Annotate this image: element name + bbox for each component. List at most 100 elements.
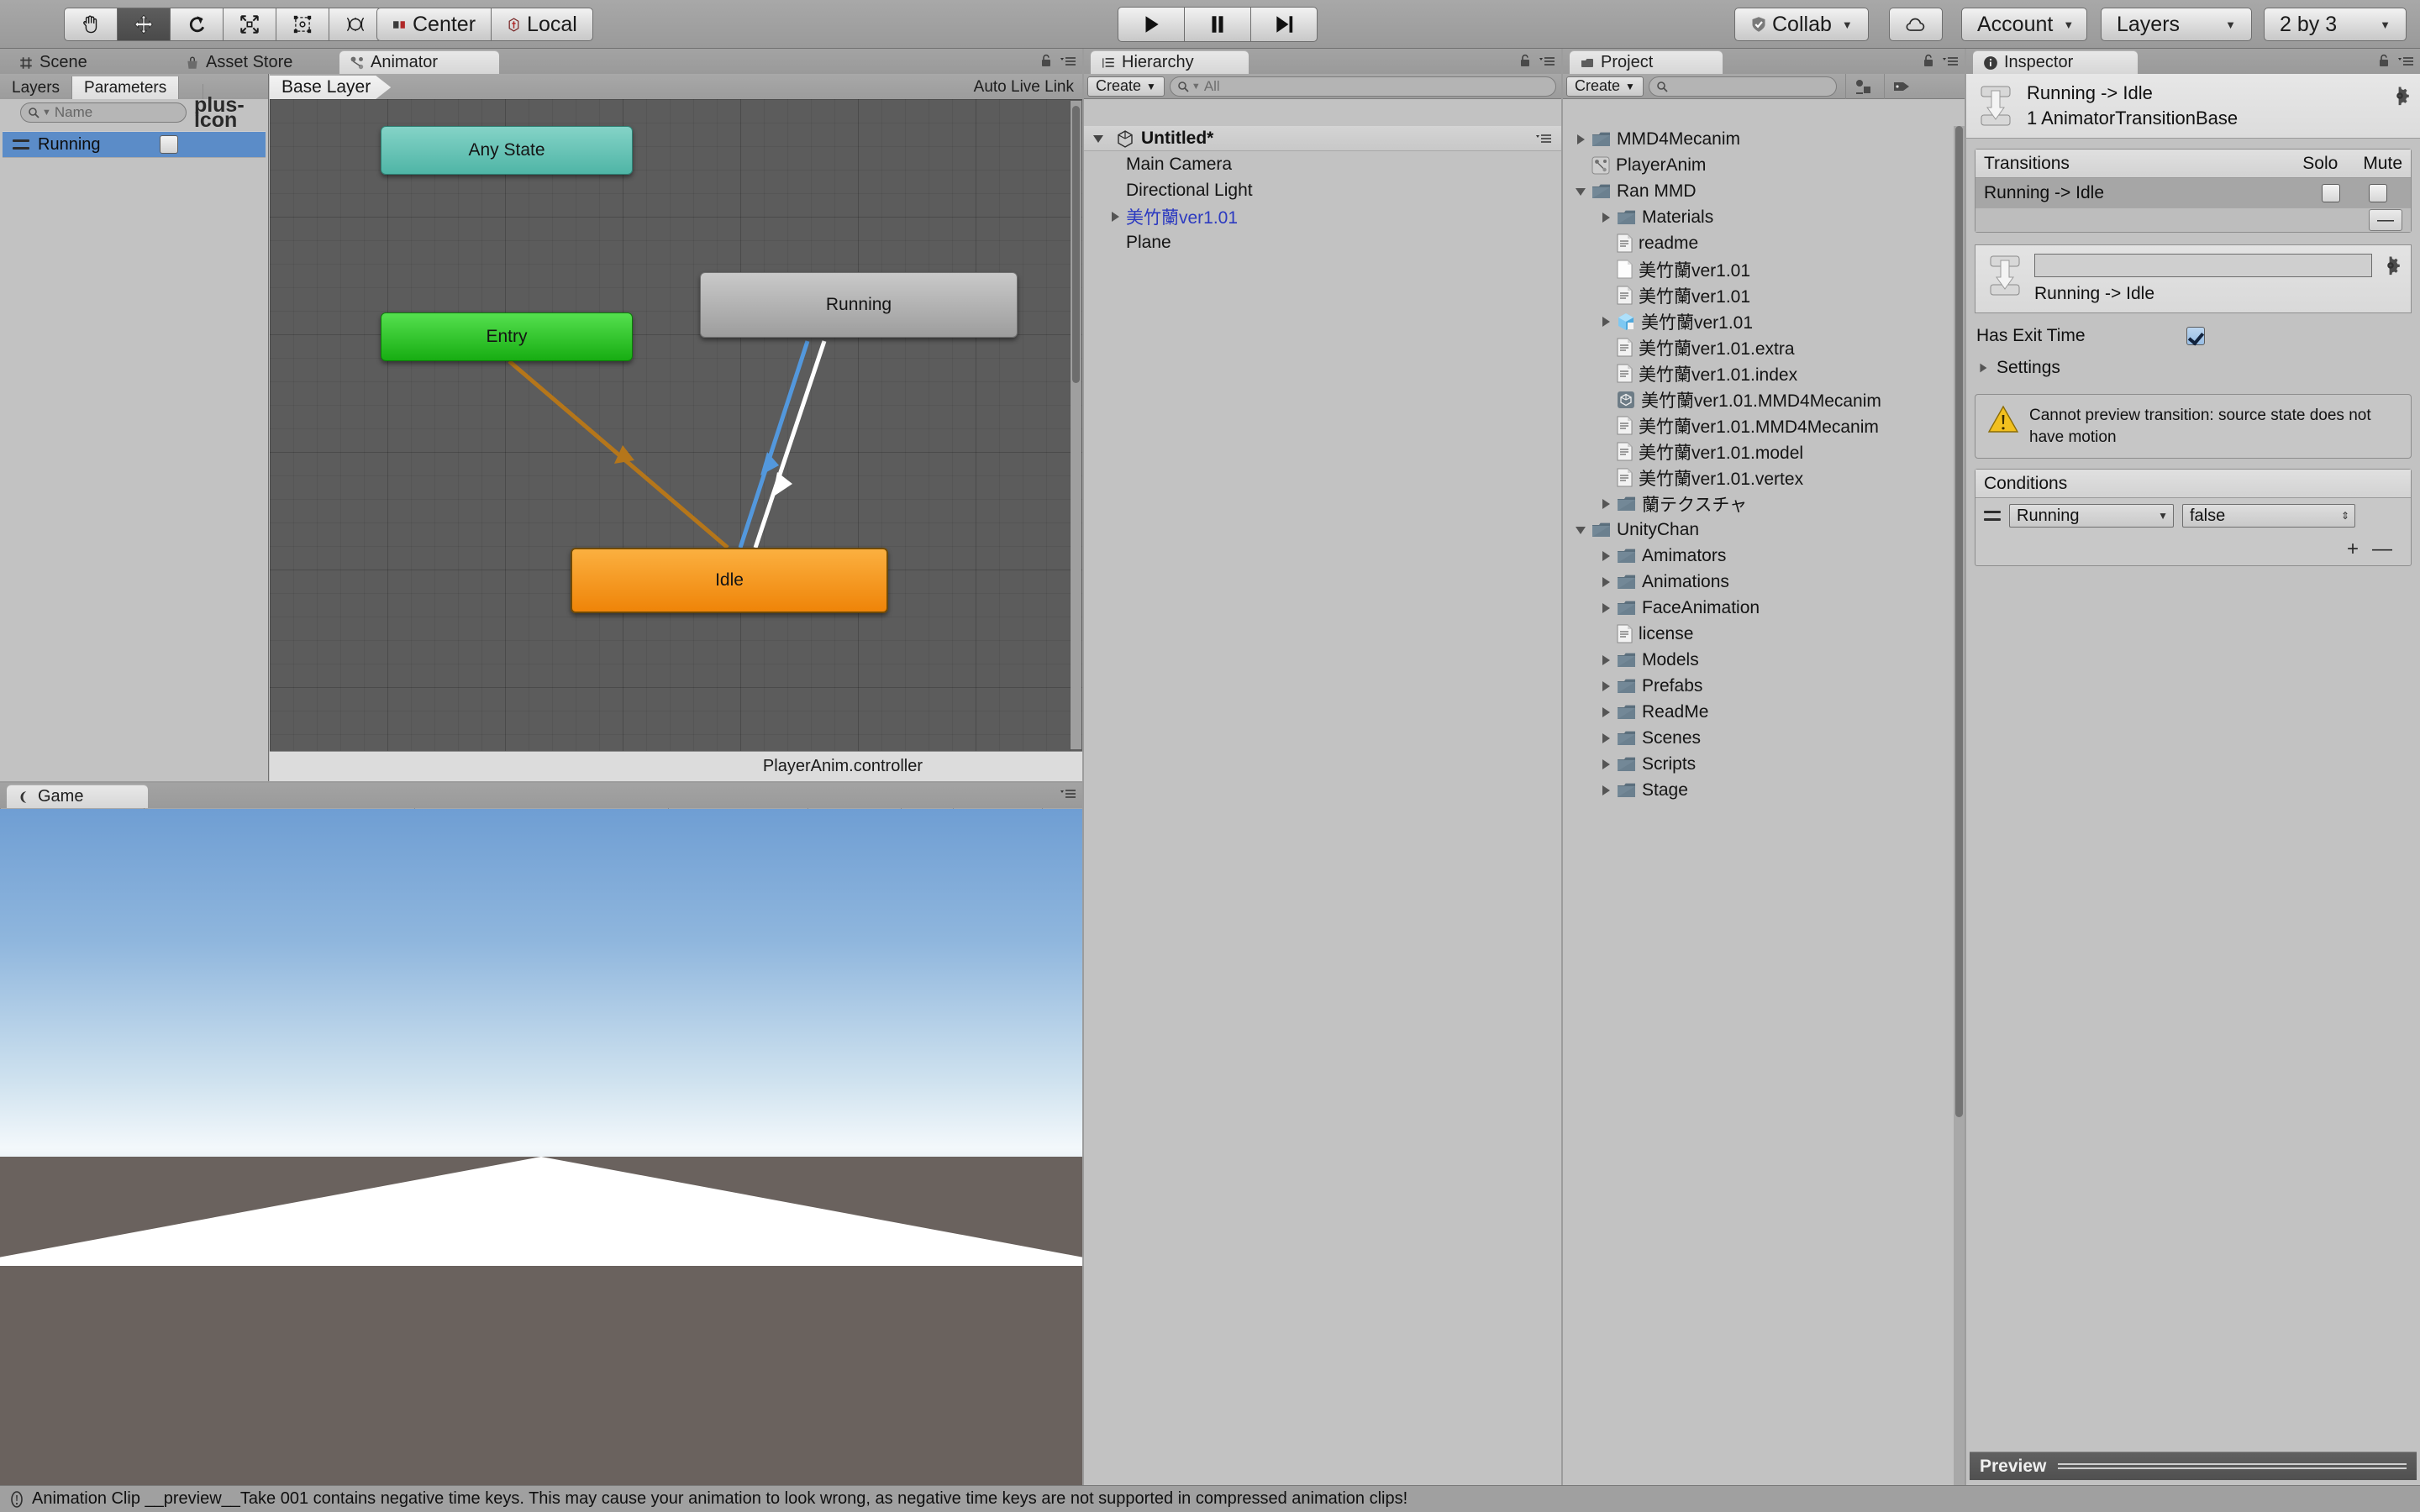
preview-bar[interactable]: Preview	[1970, 1452, 2417, 1480]
chevron-right-icon[interactable]	[1598, 549, 1613, 564]
chevron-right-icon[interactable]	[1598, 705, 1613, 720]
list-item[interactable]: 美竹蘭ver1.01.extra	[1563, 334, 1965, 360]
add-condition-button[interactable]: +	[2347, 538, 2359, 561]
lock-icon[interactable]	[1519, 54, 1531, 68]
account-button[interactable]: Account ▼	[1961, 8, 2087, 41]
chevron-right-icon[interactable]	[1598, 210, 1613, 225]
list-item[interactable]: 美竹蘭ver1.01	[1563, 256, 1965, 282]
panel-menu-icon[interactable]	[1059, 55, 1077, 67]
list-item[interactable]: Ran MMD	[1563, 178, 1965, 204]
tab-parameters[interactable]: Parameters	[72, 76, 180, 99]
list-item[interactable]: Prefabs	[1563, 673, 1965, 699]
chevron-right-icon[interactable]	[1598, 653, 1613, 668]
breadcrumb-base-layer[interactable]: Base Layer	[270, 76, 391, 99]
tab-scene[interactable]: Scene	[8, 51, 101, 74]
solo-checkbox[interactable]	[2322, 184, 2340, 202]
add-parameter-button[interactable]: plus-icon	[194, 95, 268, 131]
lock-icon[interactable]	[1040, 54, 1052, 68]
transition-name-input[interactable]	[2034, 254, 2372, 277]
list-item[interactable]: license	[1563, 621, 1965, 647]
list-item[interactable]: 美竹蘭ver1.01.model	[1563, 438, 1965, 465]
panel-menu-icon[interactable]	[1538, 55, 1556, 67]
collab-button[interactable]: Collab ▼	[1734, 8, 1869, 41]
remove-transition-button[interactable]: —	[2369, 209, 2402, 231]
drag-handle-icon[interactable]	[1984, 511, 2001, 522]
condition-parameter-dropdown[interactable]: Running ▼	[2009, 504, 2174, 528]
list-item[interactable]: 美竹蘭ver1.01.index	[1563, 360, 1965, 386]
chevron-right-icon[interactable]	[1598, 575, 1613, 590]
project-tree[interactable]: MMD4Mecanim PlayerAnim Ran MMD Materials rea…	[1563, 126, 1965, 1485]
list-item[interactable]: ReadMe	[1563, 699, 1965, 725]
hierarchy-tree[interactable]: Untitled* Main Camera Directional Light …	[1084, 126, 1561, 1485]
pause-button[interactable]	[1184, 7, 1250, 42]
drag-handle-icon[interactable]	[13, 139, 29, 150]
remove-condition-button[interactable]: —	[2372, 538, 2392, 561]
step-button[interactable]	[1250, 7, 1318, 42]
tab-asset-store[interactable]: Asset Store	[175, 51, 306, 74]
lock-icon[interactable]	[1923, 54, 1934, 68]
game-render-view[interactable]	[0, 809, 1082, 1279]
tab-game[interactable]: Game	[7, 785, 148, 808]
chevron-right-icon[interactable]	[1598, 496, 1613, 512]
hierarchy-create-button[interactable]: Create ▼	[1087, 76, 1165, 97]
list-item[interactable]: Stage	[1563, 777, 1965, 803]
state-node-any-state[interactable]: Any State	[381, 126, 633, 175]
table-row[interactable]: Running -> Idle	[1975, 178, 2411, 208]
rect-transform-tool-button[interactable]	[276, 8, 329, 41]
list-item[interactable]: 美竹蘭ver1.01	[1563, 308, 1965, 334]
state-node-entry[interactable]: Entry	[381, 312, 633, 361]
list-item[interactable]: 蘭テクスチャ	[1563, 491, 1965, 517]
rotate-tool-button[interactable]	[170, 8, 223, 41]
tab-layers[interactable]: Layers	[0, 76, 73, 99]
hierarchy-scene-row[interactable]: Untitled*	[1084, 126, 1561, 151]
chevron-down-icon[interactable]	[1573, 522, 1588, 538]
list-item[interactable]: Directional Light	[1084, 177, 1561, 203]
gear-icon[interactable]	[2381, 255, 2401, 276]
cloud-button[interactable]	[1889, 8, 1943, 41]
list-item[interactable]: UnityChan	[1563, 517, 1965, 543]
chevron-right-icon[interactable]	[1598, 783, 1613, 798]
state-node-idle[interactable]: Idle	[571, 548, 888, 613]
list-item[interactable]: FaceAnimation	[1563, 595, 1965, 621]
tab-project[interactable]: Project	[1570, 51, 1723, 74]
chevron-down-icon[interactable]	[1091, 131, 1106, 146]
hand-tool-button[interactable]	[64, 8, 117, 41]
project-vertical-scrollbar[interactable]	[1954, 126, 1965, 1485]
chevron-right-icon[interactable]	[1598, 757, 1613, 772]
animator-state-graph[interactable]: Any State Entry Running Idle	[270, 99, 1082, 751]
pivot-center-button[interactable]: Center	[376, 8, 492, 41]
status-bar[interactable]: Animation Clip __preview__Take 001 conta…	[0, 1485, 2420, 1512]
list-item[interactable]: Plane	[1084, 229, 1561, 255]
auto-live-link-label[interactable]: Auto Live Link	[974, 78, 1074, 97]
list-item[interactable]: Scripts	[1563, 751, 1965, 777]
list-item[interactable]: PlayerAnim	[1563, 152, 1965, 178]
mute-checkbox[interactable]	[2369, 184, 2387, 202]
chevron-right-icon[interactable]	[1598, 314, 1613, 329]
settings-row[interactable]: Settings	[1966, 352, 2420, 384]
list-item[interactable]: Models	[1563, 647, 1965, 673]
list-item[interactable]: Materials	[1563, 204, 1965, 230]
list-item[interactable]: Amimators	[1563, 543, 1965, 569]
list-item[interactable]: MMD4Mecanim	[1563, 126, 1965, 152]
scale-tool-button[interactable]	[223, 8, 276, 41]
list-item[interactable]: 美竹蘭ver1.01	[1084, 203, 1561, 229]
panel-menu-icon[interactable]	[1941, 55, 1960, 67]
parameter-bool-checkbox[interactable]	[160, 135, 178, 154]
tab-inspector[interactable]: Inspector	[1973, 51, 2138, 74]
list-item[interactable]: 美竹蘭ver1.01.MMD4Mecanim	[1563, 386, 1965, 412]
project-favorite-filter-button[interactable]	[1844, 73, 1881, 99]
chevron-right-icon[interactable]	[1598, 731, 1613, 746]
chevron-right-icon[interactable]	[1976, 361, 1990, 375]
scene-menu-icon[interactable]	[1534, 133, 1553, 144]
graph-vertical-scrollbar[interactable]	[1071, 101, 1081, 749]
chevron-right-icon[interactable]	[1573, 132, 1588, 147]
pivot-rotation-button[interactable]: Local	[491, 8, 593, 41]
hierarchy-search-input[interactable]: ▼ All	[1169, 76, 1556, 97]
play-button[interactable]	[1118, 7, 1184, 42]
layers-button[interactable]: Layers ▼	[2101, 8, 2252, 41]
panel-menu-icon[interactable]	[2396, 55, 2415, 67]
list-item[interactable]: 美竹蘭ver1.01.vertex	[1563, 465, 1965, 491]
list-item[interactable]: readme	[1563, 230, 1965, 256]
list-item[interactable]: Main Camera	[1084, 151, 1561, 177]
transform-tool-button[interactable]	[329, 8, 382, 41]
